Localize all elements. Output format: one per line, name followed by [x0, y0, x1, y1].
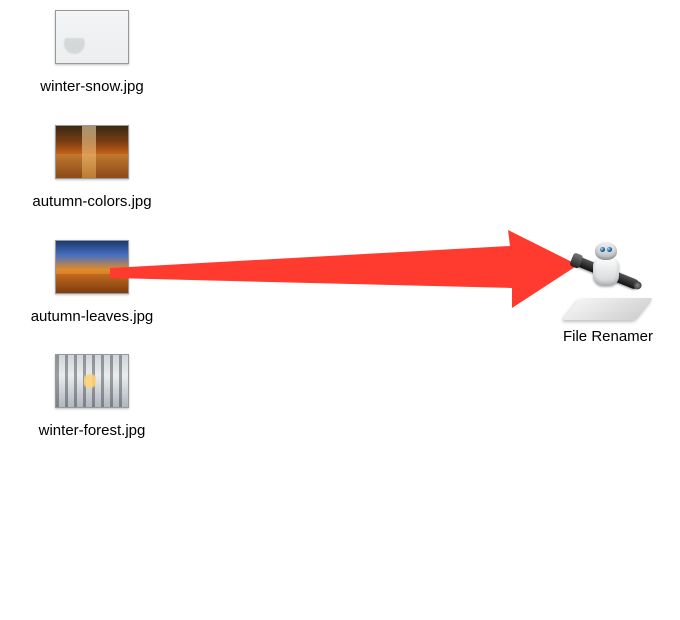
file-name-label: autumn-colors.jpg	[32, 193, 151, 212]
file-name-label: autumn-leaves.jpg	[31, 308, 154, 327]
file-item[interactable]: autumn-leaves.jpg	[12, 240, 172, 327]
file-column: winter-snow.jpg autumn-colors.jpg autumn…	[12, 10, 172, 469]
arrow-shape	[110, 230, 578, 308]
app-droplet[interactable]: File Renamer	[548, 240, 668, 345]
drag-arrow-icon	[110, 230, 580, 320]
file-item[interactable]: autumn-colors.jpg	[12, 125, 172, 212]
image-thumbnail	[55, 240, 129, 294]
image-thumbnail	[55, 10, 129, 64]
app-label: File Renamer	[563, 328, 653, 345]
file-name-label: winter-forest.jpg	[39, 422, 146, 441]
image-thumbnail	[55, 125, 129, 179]
file-item[interactable]: winter-snow.jpg	[12, 10, 172, 97]
file-name-label: winter-snow.jpg	[40, 78, 143, 97]
file-item[interactable]: winter-forest.jpg	[12, 354, 172, 441]
image-thumbnail	[55, 354, 129, 408]
automator-icon	[565, 240, 651, 320]
